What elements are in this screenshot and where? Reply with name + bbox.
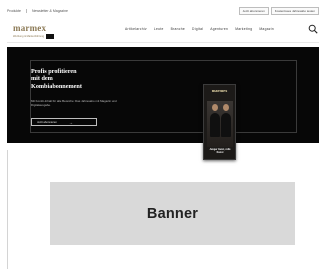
logo-badge-icon	[46, 34, 55, 39]
logo-wordmark: marmex	[13, 23, 47, 33]
magazine-cover-image: marmex Junger Geist, reife Kunst	[203, 84, 236, 160]
top-bar: Produkte Newsletter & Magazine Jetzt abo…	[7, 6, 319, 15]
topbar-separator	[26, 8, 28, 13]
nav-item-marketing[interactable]: Marketing	[235, 27, 252, 31]
site-header: marmex Werbung & Markenführung Artikelar…	[7, 18, 319, 43]
logo-tagline-text: Werbung & Markenführung	[13, 35, 45, 38]
nav-item-archive[interactable]: Artikelarchiv	[125, 27, 147, 31]
logo-tagline: Werbung & Markenführung	[13, 34, 55, 39]
banner-placeholder[interactable]: Banner	[50, 182, 295, 245]
hero-subtitle: Mit Kombi-Inhalt für alle Bereiche: Das …	[31, 99, 117, 107]
hero-subscribe-button[interactable]: Jetzt abonnieren →	[31, 118, 97, 126]
hero-section	[7, 47, 319, 143]
topbar-actions: Jetzt abonnieren Kostenloses Jahresabo t…	[238, 6, 319, 15]
hero-title: Profis profitieren mit dem Kombiabonneme…	[31, 68, 141, 90]
topbar-link-products[interactable]: Produkte	[7, 9, 21, 13]
person-body	[210, 113, 220, 137]
person-head	[223, 104, 229, 111]
magazine-title: marmex	[211, 88, 228, 93]
nav-item-magazine[interactable]: Magazin	[259, 27, 274, 31]
person-head	[212, 104, 218, 111]
hero-title-line-3: Kombiabonnement	[31, 82, 82, 90]
main-nav: Artikelarchiv Leute Branche Digital Agen…	[125, 27, 274, 31]
person-body	[221, 113, 231, 137]
nav-item-industry[interactable]: Branche	[171, 27, 185, 31]
arrow-right-icon: →	[68, 119, 73, 125]
page-edge-line	[7, 150, 8, 269]
hero-title-line-1: Profis profitieren	[31, 68, 77, 75]
hero-button-label: Jetzt abonnieren	[37, 120, 57, 124]
nav-item-people[interactable]: Leute	[154, 27, 164, 31]
banner-label: Banner	[146, 205, 199, 222]
magazine-cover-line: Junger Geist, reife Kunst	[209, 148, 231, 154]
topbar-link-newsletter[interactable]: Newsletter & Magazine	[32, 9, 68, 13]
nav-item-digital[interactable]: Digital	[192, 27, 203, 31]
trial-button[interactable]: Kostenloses Jahresabo testen	[270, 6, 319, 15]
hero-title-line-2: mit dem	[31, 75, 53, 83]
subscribe-button[interactable]: Jetzt abonnieren	[238, 6, 269, 15]
search-icon[interactable]	[308, 24, 318, 34]
site-logo[interactable]: marmex Werbung & Markenführung	[13, 23, 55, 39]
nav-item-agencies[interactable]: Agenturen	[210, 27, 228, 31]
